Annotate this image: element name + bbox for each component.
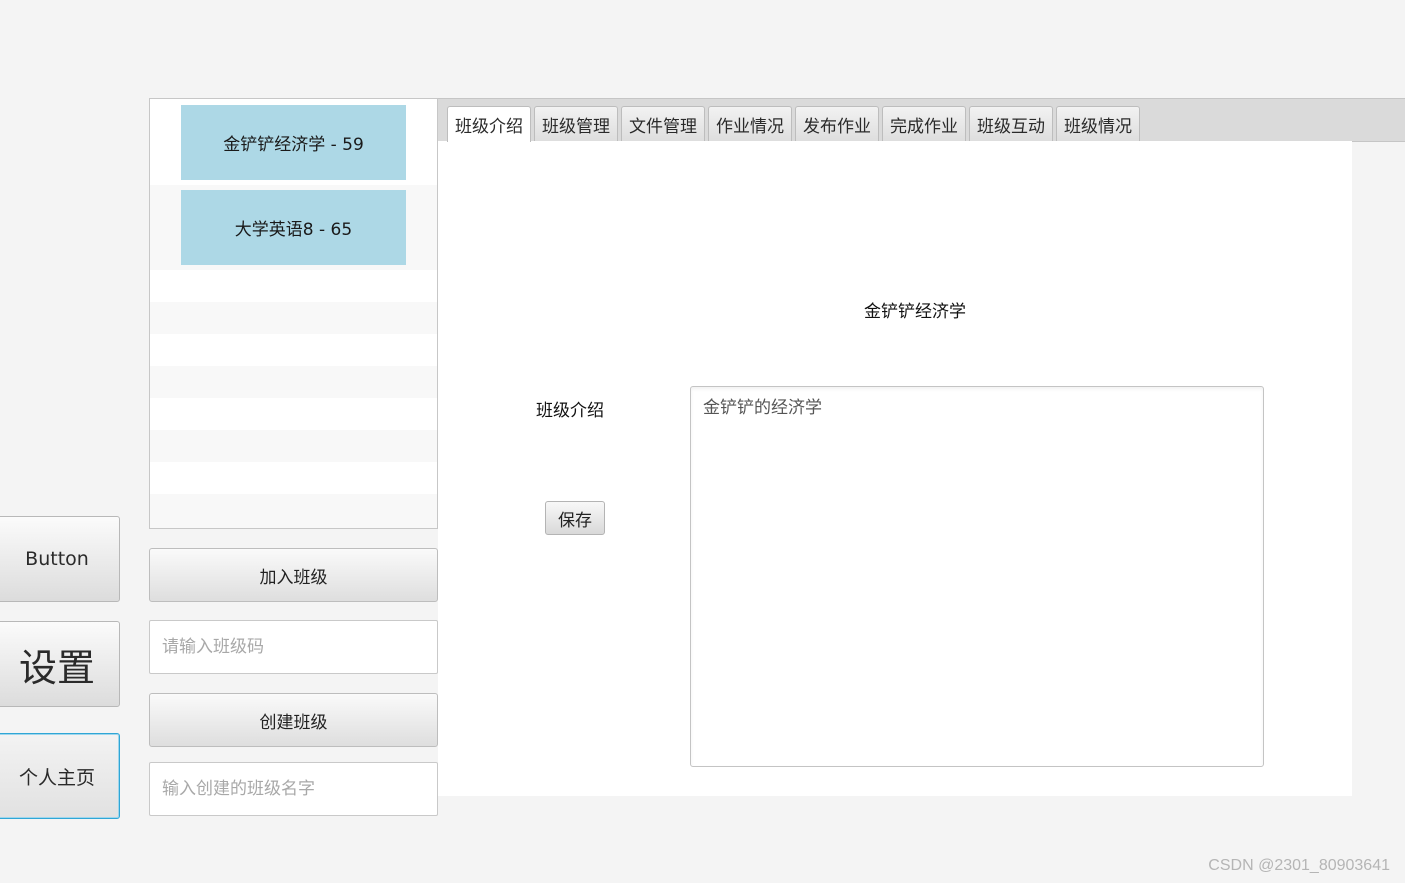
list-row	[150, 462, 437, 494]
class-card-economics[interactable]: 金铲铲经济学 - 59	[181, 105, 406, 180]
class-intro-textarea[interactable]: 金铲铲的经济学	[690, 386, 1264, 767]
class-card-label: 金铲铲经济学 - 59	[223, 135, 364, 155]
class-card-label: 大学英语8 - 65	[234, 220, 353, 240]
save-button[interactable]: 保存	[545, 501, 605, 535]
create-class-button[interactable]: 创建班级	[149, 693, 438, 747]
list-row	[150, 494, 437, 528]
tab-label: 班级情况	[1064, 116, 1132, 137]
tab-class-interaction[interactable]: 班级互动	[969, 106, 1053, 141]
tab-label: 班级介绍	[455, 117, 523, 137]
join-class-label: 加入班级	[259, 567, 328, 588]
tab-class-intro[interactable]: 班级介绍	[447, 106, 531, 142]
profile-nav-label: 个人主页	[18, 766, 95, 789]
list-row	[150, 334, 437, 366]
list-row	[150, 270, 437, 302]
list-row	[150, 398, 437, 430]
list-row	[150, 302, 437, 334]
tab-class-management[interactable]: 班级管理	[534, 106, 618, 141]
watermark: CSDN @2301_80903641	[1208, 857, 1390, 874]
button-nav-label: Button	[25, 548, 89, 570]
create-class-label: 创建班级	[259, 712, 328, 733]
list-row	[150, 366, 437, 398]
class-code-input[interactable]	[149, 620, 438, 674]
tab-label: 文件管理	[629, 116, 697, 137]
tab-label: 完成作业	[890, 116, 958, 137]
tab-label: 发布作业	[803, 116, 871, 137]
tab-label: 班级管理	[542, 116, 610, 137]
settings-nav-label: 设置	[18, 645, 95, 690]
profile-nav-button[interactable]: 个人主页	[0, 733, 120, 819]
tab-strip: 班级介绍 班级管理 文件管理 作业情况 发布作业 完成作业 班级互动 班级情况	[447, 106, 1140, 142]
class-name-input[interactable]	[149, 762, 438, 816]
save-button-label: 保存	[558, 510, 592, 531]
tab-homework-status[interactable]: 作业情况	[708, 106, 792, 141]
list-row	[150, 430, 437, 462]
settings-nav-button[interactable]: 设置	[0, 621, 120, 707]
class-list[interactable]: 金铲铲经济学 - 59 大学英语8 - 65	[149, 98, 438, 529]
tab-file-management[interactable]: 文件管理	[621, 106, 705, 141]
tab-label: 作业情况	[716, 116, 784, 137]
class-card-english[interactable]: 大学英语8 - 65	[181, 190, 406, 265]
button-nav-button[interactable]: Button	[0, 516, 120, 602]
tab-complete-homework[interactable]: 完成作业	[882, 106, 966, 141]
tab-label: 班级互动	[977, 116, 1045, 137]
class-title: 金铲铲经济学	[864, 302, 966, 322]
class-intro-label: 班级介绍	[536, 401, 604, 421]
tab-class-overview[interactable]: 班级情况	[1056, 106, 1140, 141]
tab-publish-homework[interactable]: 发布作业	[795, 106, 879, 141]
join-class-button[interactable]: 加入班级	[149, 548, 438, 602]
